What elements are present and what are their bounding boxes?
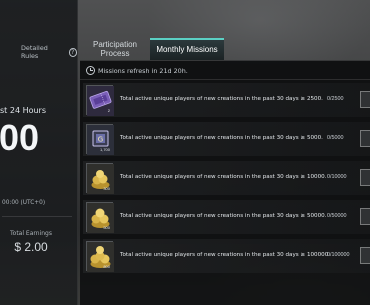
- mission-row: 800 Total active unique players of new c…: [83, 239, 370, 273]
- total-earnings-label: Total Earnings: [10, 230, 52, 237]
- claim-button[interactable]: [360, 208, 370, 225]
- mission-description: Total active unique players of new creat…: [120, 96, 323, 102]
- mission-description: Total active unique players of new creat…: [120, 252, 331, 258]
- mission-progress: 0/5000: [327, 135, 344, 141]
- total-earnings-value: $ 2.00: [14, 240, 48, 254]
- claim-button[interactable]: [360, 130, 370, 147]
- mission-progress: 0/2500: [327, 96, 344, 102]
- past-24-hours-label: st 24 Hours: [0, 106, 47, 115]
- past-24-hours-value: 00: [0, 117, 40, 158]
- mission-row: 500 Total active unique players of new c…: [83, 200, 370, 234]
- mission-description: Total active unique players of new creat…: [120, 174, 327, 180]
- reward-count: 500: [103, 225, 110, 230]
- claim-button[interactable]: [360, 247, 370, 264]
- mission-description: Total active unique players of new creat…: [120, 213, 327, 219]
- mission-description: Total active unique players of new creat…: [120, 135, 323, 141]
- missions-panel: Missions refresh in 21d 20h. 2 Total act…: [80, 60, 370, 305]
- tab-monthly-missions[interactable]: Monthly Missions: [150, 38, 224, 60]
- divider: [2, 216, 72, 217]
- reward-thumbnail[interactable]: 2: [86, 85, 114, 116]
- reward-thumbnail[interactable]: 300: [86, 163, 114, 194]
- mission-row: 2 Total active unique players of new cre…: [83, 83, 370, 117]
- reward-count: 2: [107, 108, 110, 113]
- reward-thumbnail[interactable]: 800: [86, 241, 114, 272]
- svg-text:G: G: [98, 136, 103, 144]
- earnings-panel: Detailed Rules ? st 24 Hours 00 00:00 (U…: [0, 0, 78, 305]
- reward-count: 300: [103, 186, 110, 191]
- tab-participation-process[interactable]: Participation Process: [83, 38, 147, 62]
- question-icon: ?: [68, 47, 77, 57]
- claim-button[interactable]: [360, 91, 370, 108]
- mission-progress: 0/100000: [327, 252, 350, 258]
- reset-time-text: 00:00 (UTC+0): [2, 200, 46, 206]
- detailed-rules-link[interactable]: Detailed Rules ?: [21, 44, 77, 60]
- divider: [80, 79, 370, 80]
- reward-count: 800: [103, 264, 110, 269]
- reward-thumbnail[interactable]: 500: [86, 202, 114, 233]
- mission-row: 300 Total active unique players of new c…: [83, 161, 370, 195]
- detailed-rules-label: Detailed Rules: [21, 44, 48, 60]
- refresh-notice: Missions refresh in 21d 20h.: [86, 66, 188, 75]
- clock-icon: [86, 66, 95, 75]
- claim-button[interactable]: [360, 169, 370, 186]
- reward-count: 1,700: [99, 147, 110, 152]
- refresh-text: Missions refresh in 21d 20h.: [98, 66, 188, 75]
- mission-progress: 0/10000: [327, 174, 347, 180]
- mission-progress: 0/50000: [327, 213, 347, 219]
- reward-thumbnail[interactable]: G 1,700: [86, 124, 114, 155]
- mission-row: G 1,700 Total active unique players of n…: [83, 122, 370, 156]
